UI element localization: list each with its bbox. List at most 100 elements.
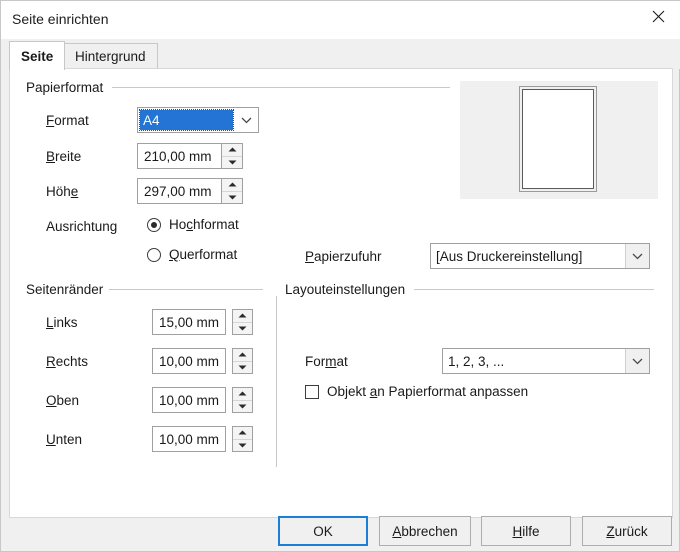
hochformat-accel: c bbox=[186, 217, 193, 232]
spin-up-icon[interactable] bbox=[222, 144, 242, 156]
format-combobox[interactable]: A4 bbox=[137, 107, 259, 133]
triangle-up-glyph bbox=[238, 352, 247, 357]
unten-value[interactable]: 10,00 mm bbox=[152, 426, 226, 452]
group-line-papierformat bbox=[112, 87, 450, 88]
label-breite-rest: reite bbox=[55, 149, 81, 164]
checkbox-label-post: n Papierformat anpassen bbox=[377, 384, 528, 399]
spin-up-icon[interactable] bbox=[233, 310, 252, 322]
tab-hintergrund[interactable]: Hintergrund bbox=[63, 43, 158, 69]
links-spinbox[interactable]: 15,00 mm bbox=[152, 309, 253, 335]
radio-hochformat[interactable]: Hochformat bbox=[147, 217, 239, 232]
papierzufuhr-combobox[interactable]: [Aus Druckereinstellung] bbox=[430, 243, 650, 269]
cancel-accel: A bbox=[392, 524, 401, 539]
label-links: Links bbox=[46, 315, 78, 330]
oben-value[interactable]: 10,00 mm bbox=[152, 387, 226, 413]
group-line-layouteinstellungen bbox=[414, 289, 654, 290]
label-format-accel: F bbox=[46, 113, 54, 128]
label-breite: Breite bbox=[46, 149, 81, 164]
chevron-down-icon[interactable] bbox=[625, 244, 649, 268]
papierzufuhr-value: [Aus Druckereinstellung] bbox=[431, 244, 625, 268]
spin-down-icon[interactable] bbox=[233, 400, 252, 413]
ok-button[interactable]: OK bbox=[278, 516, 368, 546]
hoehe-spinbox[interactable]: 297,00 mm bbox=[137, 178, 243, 204]
group-label-papierformat: Papierformat bbox=[26, 80, 103, 95]
label-rechts: Rechts bbox=[46, 354, 88, 369]
label-layout-format: Format bbox=[305, 354, 348, 369]
label-papierzufuhr: Papierzufuhr bbox=[305, 249, 382, 264]
label-links-rest: inks bbox=[54, 315, 78, 330]
label-hoehe-pre: Höh bbox=[46, 184, 71, 199]
cancel-button[interactable]: Abbrechen bbox=[379, 516, 471, 546]
querformat-post: uerformat bbox=[180, 247, 238, 262]
help-button[interactable]: Hilfe bbox=[481, 516, 571, 546]
ok-button-label: OK bbox=[313, 524, 333, 539]
triangle-down-glyph bbox=[228, 195, 237, 200]
spin-up-icon[interactable] bbox=[233, 349, 252, 361]
rechts-spinbox[interactable]: 10,00 mm bbox=[152, 348, 253, 374]
radio-querformat-label: Querformat bbox=[169, 247, 237, 262]
checkbox-label-pre: Objekt bbox=[327, 384, 370, 399]
radio-unselected-icon bbox=[147, 248, 161, 262]
label-papierzufuhr-rest: apierzufuhr bbox=[314, 249, 382, 264]
chevron-down-icon[interactable] bbox=[625, 349, 649, 373]
triangle-up-glyph bbox=[228, 147, 237, 152]
unten-spinbox[interactable]: 10,00 mm bbox=[152, 426, 253, 452]
label-papierzufuhr-accel: P bbox=[305, 249, 314, 264]
triangle-up-glyph bbox=[228, 182, 237, 187]
label-oben-accel: O bbox=[46, 393, 57, 408]
format-combobox-value: A4 bbox=[140, 110, 233, 130]
preview-page-portrait bbox=[522, 89, 594, 189]
cancel-rest: bbrechen bbox=[401, 524, 457, 539]
unten-spin-buttons[interactable] bbox=[232, 426, 253, 452]
label-rechts-accel: R bbox=[46, 354, 56, 369]
hoehe-spin-buttons[interactable] bbox=[222, 178, 243, 204]
layout-format-combobox[interactable]: 1, 2, 3, ... bbox=[442, 348, 650, 374]
label-unten: Unten bbox=[46, 432, 82, 447]
triangle-up-glyph bbox=[238, 313, 247, 318]
spin-down-icon[interactable] bbox=[233, 439, 252, 452]
radio-querformat[interactable]: Querformat bbox=[147, 247, 237, 262]
label-hoehe: Höhe bbox=[46, 184, 78, 199]
checkbox-unchecked-icon bbox=[305, 385, 319, 399]
label-layout-format-pre: For bbox=[305, 354, 325, 369]
rechts-spin-buttons[interactable] bbox=[232, 348, 253, 374]
spin-down-icon[interactable] bbox=[233, 361, 252, 374]
breite-spinbox[interactable]: 210,00 mm bbox=[137, 143, 243, 169]
spin-down-icon[interactable] bbox=[233, 322, 252, 335]
help-accel: H bbox=[512, 524, 522, 539]
window-title: Seite einrichten bbox=[12, 11, 109, 27]
checkbox-objekt-anpassen[interactable]: Objekt an Papierformat anpassen bbox=[305, 384, 528, 399]
tab-seite[interactable]: Seite bbox=[9, 41, 65, 70]
spin-down-icon[interactable] bbox=[222, 191, 242, 204]
label-oben-rest: ben bbox=[57, 393, 80, 408]
label-layout-format-post: at bbox=[337, 354, 348, 369]
links-spin-buttons[interactable] bbox=[232, 309, 253, 335]
help-rest: ilfe bbox=[522, 524, 539, 539]
rechts-value[interactable]: 10,00 mm bbox=[152, 348, 226, 374]
tab-panel-seite: Papierformat Format A4 Breite 210,00 mm bbox=[9, 68, 673, 518]
oben-spin-buttons[interactable] bbox=[232, 387, 253, 413]
cancel-button-label: Abbrechen bbox=[392, 524, 457, 539]
links-value[interactable]: 15,00 mm bbox=[152, 309, 226, 335]
radio-hochformat-label: Hochformat bbox=[169, 217, 239, 232]
layout-format-value: 1, 2, 3, ... bbox=[443, 349, 625, 373]
back-button[interactable]: Zurück bbox=[582, 516, 672, 546]
close-icon[interactable] bbox=[635, 1, 680, 32]
hochformat-post: hformat bbox=[193, 217, 239, 232]
hoehe-value[interactable]: 297,00 mm bbox=[137, 178, 222, 204]
querformat-accel: Q bbox=[169, 247, 180, 262]
breite-value[interactable]: 210,00 mm bbox=[137, 143, 222, 169]
chevron-down-icon[interactable] bbox=[234, 108, 258, 132]
tab-strip: Seite Hintergrund bbox=[1, 39, 680, 69]
column-divider bbox=[276, 296, 277, 467]
label-oben: Oben bbox=[46, 393, 79, 408]
oben-spinbox[interactable]: 10,00 mm bbox=[152, 387, 253, 413]
spin-up-icon[interactable] bbox=[233, 388, 252, 400]
spin-up-icon[interactable] bbox=[233, 427, 252, 439]
back-rest: urück bbox=[615, 524, 648, 539]
spin-down-icon[interactable] bbox=[222, 156, 242, 169]
triangle-down-glyph bbox=[228, 160, 237, 165]
label-links-accel: L bbox=[46, 315, 54, 330]
breite-spin-buttons[interactable] bbox=[222, 143, 243, 169]
spin-up-icon[interactable] bbox=[222, 179, 242, 191]
